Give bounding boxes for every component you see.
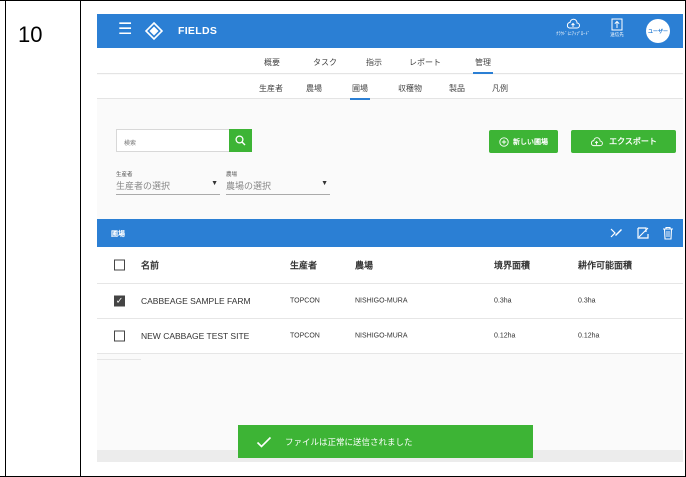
edit-field-icon[interactable] — [609, 226, 623, 240]
export-button[interactable]: エクスポート — [571, 130, 676, 153]
tab-farms[interactable]: 農場 — [306, 83, 322, 94]
cloud-upload-label: ｸﾗｳﾄﾞにｱｯﾌﾟﾛｰﾄﾞ — [556, 31, 590, 36]
toast-message: ファイルは正常に送信されました — [285, 436, 413, 447]
trash-icon[interactable] — [662, 226, 674, 240]
document-column-divider — [80, 0, 81, 477]
search-icon — [235, 135, 246, 146]
tab-crops[interactable]: 収穫物 — [398, 83, 422, 94]
split-field-icon[interactable] — [636, 226, 650, 240]
field-name: CABBEAGE SAMPLE FARM — [141, 296, 251, 306]
send-destination-label: 送信先 — [610, 32, 624, 37]
export-label: エクスポート — [609, 137, 657, 146]
table-row[interactable]: ✓ CABBEAGE SAMPLE FARM TOPCON NISHIGO-MU… — [97, 284, 683, 319]
producer-select[interactable]: 生産者の選択 ▼ — [116, 179, 220, 195]
tab-products[interactable]: 製品 — [449, 83, 465, 94]
row-checkbox-checked[interactable]: ✓ — [114, 295, 125, 307]
upload-box-icon — [611, 18, 623, 31]
select-all-checkbox[interactable] — [114, 259, 125, 271]
step-number: 10 — [18, 22, 43, 47]
search-button[interactable] — [229, 129, 252, 152]
app-bar: ☰ FIELDS ｸﾗｳﾄﾞにｱｯﾌﾟﾛｰﾄﾞ 送信先 ユーザー — [97, 14, 683, 48]
chevron-down-icon: ▼ — [321, 180, 328, 187]
field-producer: TOPCON — [290, 332, 320, 340]
producer-select-placeholder: 生産者の選択 — [116, 181, 171, 191]
add-circle-icon — [499, 136, 509, 147]
send-destination-button[interactable]: 送信先 — [605, 18, 629, 38]
column-header-producer[interactable]: 生産者 — [290, 259, 317, 272]
field-boundary-area: 0.12ha — [494, 332, 516, 340]
tab-fields[interactable]: 圃場 — [350, 83, 370, 100]
column-header-name[interactable]: 名前 — [141, 259, 159, 272]
fields-panel-header: 圃場 — [97, 219, 683, 247]
field-arable-area: 0.3ha — [578, 297, 596, 305]
column-header-arable-area[interactable]: 耕作可能面積 — [578, 259, 632, 272]
farm-filter-label: 農場 — [226, 172, 238, 178]
tab-management[interactable]: 管理 — [473, 57, 493, 74]
column-header-boundary-area[interactable]: 境界面積 — [494, 259, 530, 272]
field-boundary-area: 0.3ha — [494, 297, 512, 305]
column-header-farm[interactable]: 農場 — [355, 259, 373, 272]
tab-reports[interactable]: レポート — [409, 57, 441, 68]
tab-legend[interactable]: 凡例 — [492, 83, 508, 94]
tab-overview[interactable]: 概要 — [264, 57, 280, 68]
app-title: FIELDS — [178, 25, 218, 37]
document-left-border — [5, 0, 6, 477]
tab-instructions[interactable]: 指示 — [366, 57, 382, 68]
menu-icon[interactable]: ☰ — [118, 22, 132, 38]
fields-logo-icon — [145, 22, 163, 40]
farm-select[interactable]: 農場の選択 ▼ — [226, 179, 330, 195]
table-row[interactable]: NEW CABBAGE TEST SITE TOPCON NISHIGO-MUR… — [97, 319, 683, 354]
tab-tasks[interactable]: タスク — [313, 57, 337, 68]
field-farm: NISHIGO-MURA — [355, 297, 408, 305]
panel-title: 圃場 — [111, 231, 125, 238]
field-name: NEW CABBAGE TEST SITE — [141, 331, 250, 341]
app-screenshot: ☰ FIELDS ｸﾗｳﾄﾞにｱｯﾌﾟﾛｰﾄﾞ 送信先 ユーザー 概要 タスク … — [97, 14, 683, 462]
producer-filter-label: 生産者 — [116, 172, 133, 178]
cloud-upload-button[interactable]: ｸﾗｳﾄﾞにｱｯﾌﾟﾛｰﾄﾞ — [555, 18, 591, 37]
checkmark-icon — [256, 436, 272, 448]
success-toast: ファイルは正常に送信されました — [238, 425, 533, 458]
chevron-down-icon: ▼ — [211, 180, 218, 187]
table-header-row: 名前 生産者 農場 境界面積 耕作可能面積 — [97, 247, 683, 284]
tab-producers[interactable]: 生産者 — [259, 83, 283, 94]
row-checkbox[interactable] — [114, 330, 125, 342]
field-producer: TOPCON — [290, 297, 320, 305]
field-arable-area: 0.12ha — [578, 332, 600, 340]
farm-select-placeholder: 農場の選択 — [226, 181, 272, 191]
search-input[interactable]: 検索 — [116, 129, 229, 152]
producer-filter[interactable]: 生産者 生産者の選択 ▼ — [116, 170, 220, 195]
field-farm: NISHIGO-MURA — [355, 332, 408, 340]
avatar[interactable]: ユーザー — [646, 19, 670, 43]
farm-filter[interactable]: 農場 農場の選択 ▼ — [226, 170, 330, 195]
new-field-button[interactable]: 新しい圃場 — [489, 130, 558, 153]
primary-tab-bar: 概要 タスク 指示 レポート 管理 — [97, 48, 683, 74]
cloud-upload-icon — [566, 18, 580, 29]
divider — [97, 359, 141, 360]
cloud-upload-icon — [591, 136, 603, 146]
new-field-label: 新しい圃場 — [513, 138, 548, 146]
secondary-tab-bar: 生産者 農場 圃場 収穫物 製品 凡例 — [97, 75, 683, 100]
fields-table: 名前 生産者 農場 境界面積 耕作可能面積 ✓ CABBEAGE SAMPLE … — [97, 247, 683, 354]
